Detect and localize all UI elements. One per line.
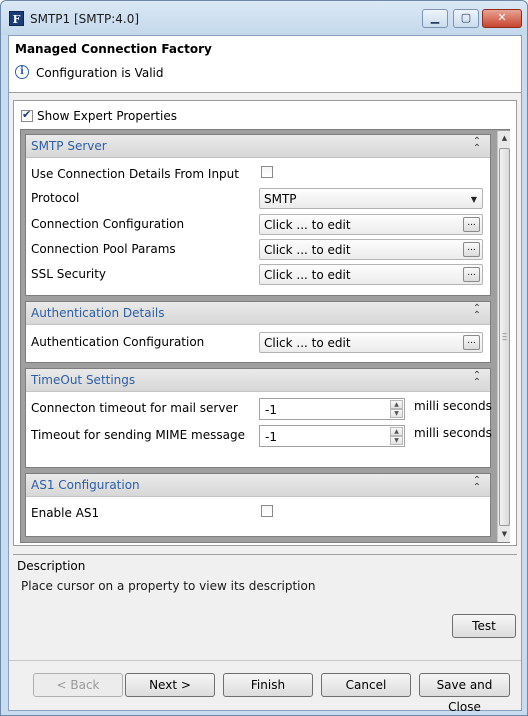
app-logo-icon: F — [9, 11, 24, 26]
property-label: Connection Pool Params — [31, 242, 176, 256]
property-label: SSL Security — [31, 267, 107, 281]
save-and-close-button[interactable]: Save and Close — [419, 673, 510, 714]
edit-button[interactable]: ... — [463, 335, 480, 350]
row-ssl-security: SSL Security Click ... to edit ... — [26, 263, 492, 285]
status-message: Configuration is Valid — [36, 66, 164, 80]
next-button[interactable]: Next > — [125, 673, 215, 697]
property-label: Connecton timeout for mail server — [31, 401, 238, 415]
description-text: Place cursor on a property to view its d… — [21, 579, 316, 593]
row-connection-timeout: Connecton timeout for mail server -1 ▲ ▼… — [26, 397, 492, 420]
section-title: AS1 Configuration — [31, 478, 140, 492]
description-title: Description — [17, 559, 86, 573]
scroll-down-icon[interactable]: ▼ — [498, 528, 511, 541]
row-protocol: Protocol SMTP ▼ — [26, 187, 492, 209]
spinner-value: -1 — [265, 430, 277, 444]
property-label: Protocol — [31, 191, 80, 205]
edit-button[interactable]: ... — [463, 267, 480, 282]
title-bar: F SMTP1 [SMTP:4.0] ▁ ▢ ✕ — [1, 1, 527, 35]
back-button[interactable]: < Back — [33, 673, 123, 697]
collapse-icon[interactable]: ⌃ ⌃ — [472, 304, 482, 321]
mime-timeout-input[interactable]: -1 ▲ ▼ — [259, 425, 405, 447]
row-enable-as1: Enable AS1 — [26, 502, 492, 524]
spin-down-icon[interactable]: ▼ — [390, 436, 403, 445]
collapse-icon[interactable]: ⌃ ⌃ — [472, 137, 482, 154]
property-label: Authentication Configuration — [31, 335, 205, 349]
row-mime-timeout: Timeout for sending MIME message -1 ▲ ▼ … — [26, 424, 492, 447]
close-window-button[interactable]: ✕ — [482, 9, 522, 28]
finish-button[interactable]: Finish — [223, 673, 313, 697]
window-title: SMTP1 [SMTP:4.0] — [30, 12, 140, 26]
property-label: Timeout for sending MIME message — [31, 428, 245, 442]
connection-timeout-input[interactable]: -1 ▲ ▼ — [259, 398, 405, 420]
protocol-select[interactable]: SMTP ▼ — [259, 188, 483, 209]
expert-checkbox[interactable] — [21, 108, 33, 122]
enable-as1-checkbox[interactable] — [261, 505, 273, 517]
maximize-button[interactable]: ▢ — [453, 9, 479, 28]
section-header[interactable]: AS1 Configuration ⌃ ⌃ — [26, 474, 490, 497]
spin-up-icon[interactable]: ▲ — [390, 427, 403, 436]
vertical-scrollbar[interactable]: ▲ ‒ ‒ ‒ ▼ — [497, 131, 510, 542]
minimize-button[interactable]: ▁ — [422, 9, 448, 28]
expert-label: Show Expert Properties — [37, 109, 177, 123]
properties-panel: Show Expert Properties SMTP Server ⌃⌃ Us… — [13, 100, 517, 546]
collapse-icon[interactable]: ⌃ ⌃ — [472, 371, 482, 388]
property-sheet: SMTP Server ⌃ ⌃ Use Connection Details Fr… — [20, 129, 510, 543]
field-value: Click ... to edit — [264, 268, 351, 282]
field-value: Click ... to edit — [264, 243, 351, 257]
divider — [9, 660, 521, 661]
section-as1-configuration: AS1 Configuration ⌃ ⌃ Enable AS1 — [25, 473, 491, 537]
scroll-up-icon[interactable]: ▲ — [498, 132, 511, 145]
unit-label: milli seconds — [414, 426, 492, 440]
page-title: Managed Connection Factory — [15, 42, 212, 56]
section-title: SMTP Server — [31, 139, 107, 153]
test-button[interactable]: Test — [452, 614, 516, 638]
section-timeout-settings: TimeOut Settings ⌃ ⌃ Connecton timeout fo… — [25, 368, 492, 468]
section-header[interactable]: SMTP Server ⌃ ⌃ — [26, 135, 490, 158]
section-header[interactable]: Authentication Details ⌃ ⌃ — [26, 302, 490, 325]
section-header[interactable]: TimeOut Settings ⌃ ⌃ — [26, 369, 490, 392]
section-title: Authentication Details — [31, 306, 165, 320]
ssl-security-field[interactable]: Click ... to edit ... — [259, 264, 483, 285]
section-title: TimeOut Settings — [31, 373, 136, 387]
dialog-client: Managed Connection Factory i Configurati… — [8, 35, 522, 714]
row-authentication-configuration: Authentication Configuration Click ... t… — [26, 331, 492, 353]
info-icon: i — [15, 65, 29, 79]
property-label: Use Connection Details From Input — [31, 167, 239, 181]
row-connection-pool-params: Connection Pool Params Click ... to edit… — [26, 238, 492, 260]
show-expert-toggle[interactable]: Show Expert Properties — [21, 108, 177, 124]
edit-button[interactable]: ... — [463, 242, 480, 257]
dropdown-arrow-icon: ▼ — [470, 195, 477, 204]
cancel-button[interactable]: Cancel — [321, 673, 411, 697]
section-authentication: Authentication Details ⌃ ⌃ Authentication… — [25, 301, 491, 363]
protocol-value: SMTP — [264, 192, 297, 206]
collapse-icon[interactable]: ⌃ ⌃ — [472, 476, 482, 493]
connection-configuration-field[interactable]: Click ... to edit ... — [259, 214, 483, 235]
row-use-connection-input: Use Connection Details From Input — [26, 163, 492, 185]
authentication-configuration-field[interactable]: Click ... to edit ... — [259, 332, 483, 353]
property-label: Enable AS1 — [31, 506, 100, 520]
spin-up-icon[interactable]: ▲ — [390, 400, 403, 409]
scroll-thumb[interactable]: ‒ ‒ ‒ — [499, 148, 510, 526]
window-frame: F SMTP1 [SMTP:4.0] ▁ ▢ ✕ Managed Connect… — [0, 0, 528, 716]
dialog-header: Managed Connection Factory i Configurati… — [9, 36, 521, 93]
description-panel: Description Place cursor on a property t… — [13, 554, 517, 596]
field-value: Click ... to edit — [264, 218, 351, 232]
connection-pool-params-field[interactable]: Click ... to edit ... — [259, 239, 483, 260]
spinner-value: -1 — [265, 403, 277, 417]
property-label: Connection Configuration — [31, 217, 185, 231]
grip-icon: ‒ ‒ ‒ — [502, 329, 508, 344]
section-smtp-server: SMTP Server ⌃ ⌃ Use Connection Details Fr… — [25, 134, 491, 296]
edit-button[interactable]: ... — [463, 217, 480, 232]
field-value: Click ... to edit — [264, 336, 351, 350]
unit-label: milli seconds — [414, 399, 492, 413]
row-connection-configuration: Connection Configuration Click ... to ed… — [26, 213, 492, 235]
spin-down-icon[interactable]: ▼ — [390, 409, 403, 418]
use-input-checkbox[interactable] — [261, 166, 273, 178]
